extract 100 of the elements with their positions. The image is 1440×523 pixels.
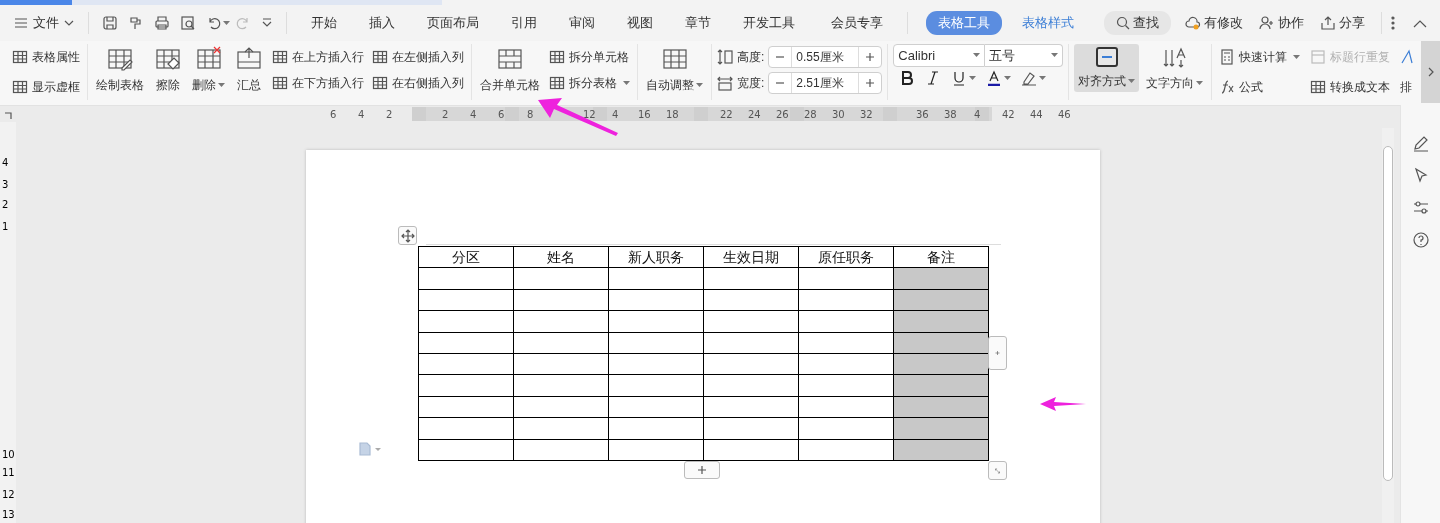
chevron-down-icon	[64, 19, 74, 27]
font-name-dropdown[interactable]: Calibri	[893, 44, 986, 67]
toolbar-button[interactable]: 有修改	[1181, 11, 1247, 35]
ruler-marker[interactable]	[975, 107, 989, 121]
width-icon	[717, 75, 733, 91]
toolbar-button[interactable]: 协作	[1255, 11, 1308, 35]
caret-icon	[1293, 54, 1301, 60]
toolbar-button[interactable]: 分享	[1316, 11, 1369, 35]
scrollbar-thumb[interactable]	[1383, 146, 1393, 481]
toolbar-button[interactable]: 在右侧插入列	[370, 70, 466, 96]
ruler-marker[interactable]	[593, 107, 607, 121]
ruler-number: 46	[1058, 108, 1071, 122]
customize-icon[interactable]	[261, 18, 273, 28]
ruler-number: 2	[442, 108, 449, 122]
ruler-number: 36	[916, 108, 929, 122]
toolbar-button[interactable]: 公式	[1217, 74, 1303, 100]
undo-icon[interactable]	[206, 15, 222, 31]
search-button[interactable]: 查找	[1104, 11, 1171, 35]
ribbon-tab[interactable]: 插入	[357, 11, 407, 35]
caret-icon	[1004, 75, 1012, 81]
file-menu[interactable]: 文件	[12, 11, 76, 35]
ribbon-tab[interactable]: 表格样式	[1010, 11, 1086, 35]
share-icon	[1320, 15, 1336, 31]
print-icon[interactable]	[154, 15, 170, 31]
sliders-icon[interactable]	[1411, 199, 1430, 217]
header-repeat-icon	[1310, 49, 1327, 65]
toolbar-button[interactable]: 在下方插入行	[270, 70, 366, 96]
ruler-marker[interactable]	[790, 107, 804, 121]
toolbar-button[interactable]: 表格属性	[10, 44, 82, 70]
toolbar-button[interactable]: 绘制表格	[93, 44, 147, 96]
field-label: 高度:	[737, 49, 765, 66]
toolbar-button[interactable]: 快速计算	[1217, 44, 1303, 70]
toolbar-button[interactable]: 自动调整	[643, 44, 706, 96]
ruler-number: 16	[638, 108, 651, 122]
merge-cells-button[interactable]: 合并单元格	[477, 44, 543, 96]
toolbar-button[interactable]: 拆分表格	[547, 70, 632, 96]
add-column-button[interactable]	[988, 336, 1007, 370]
format-painter-icon[interactable]	[128, 15, 144, 31]
ruler-marker[interactable]	[505, 107, 519, 121]
print-preview-icon[interactable]	[180, 15, 196, 31]
sort-icon	[1400, 49, 1415, 65]
table-properties-icon	[12, 49, 28, 65]
ruler-marker[interactable]	[412, 107, 426, 121]
ribbon-tab[interactable]: 开发工具	[731, 11, 807, 35]
toolbar-button[interactable]: 排	[1398, 74, 1417, 100]
summary-icon	[235, 46, 263, 72]
font-size-dropdown[interactable]: 五号	[985, 44, 1064, 67]
font-color-icon[interactable]	[986, 70, 1003, 86]
resize-handle[interactable]	[988, 461, 1007, 480]
ruler-number: 4	[2, 158, 9, 168]
collapse-icon[interactable]	[1412, 18, 1428, 28]
toolbar-button[interactable]: 擦除	[151, 44, 185, 96]
document-icon[interactable]	[358, 442, 382, 456]
dotted-table-icon	[12, 79, 28, 95]
ribbon-tab[interactable]: 章节	[673, 11, 723, 35]
toolbar-button[interactable]: 汇总	[232, 44, 266, 96]
ribbon-tab[interactable]: 页面布局	[415, 11, 491, 35]
toolbar-button[interactable]: 转换成文本	[1308, 74, 1393, 100]
pen-icon[interactable]	[1411, 135, 1430, 153]
text-direction-button[interactable]: 文字方向	[1143, 44, 1207, 94]
insert-row-icon	[272, 75, 288, 91]
delete-table-icon	[194, 46, 223, 72]
help-icon[interactable]	[1411, 231, 1430, 249]
ribbon-tab[interactable]: 视图	[615, 11, 665, 35]
toolbar-button[interactable]: 删除	[189, 44, 228, 96]
add-row-button[interactable]	[684, 461, 720, 479]
ribbon-tab[interactable]: 引用	[499, 11, 549, 35]
ruler-number: 1	[2, 222, 9, 232]
ruler-number: 44	[1030, 108, 1043, 122]
toolbar-button[interactable]: 在上方插入行	[270, 44, 366, 70]
table-header-cell: 生效日期	[703, 246, 799, 268]
table-header-cell: 分区	[418, 246, 514, 268]
ruler-number: 8	[527, 108, 534, 122]
ruler-number: 6	[330, 108, 337, 122]
height-icon	[717, 49, 733, 65]
bold-icon[interactable]	[899, 70, 916, 86]
align-button[interactable]: 对齐方式	[1074, 44, 1140, 92]
spin-field[interactable]: 2.51厘米	[768, 72, 883, 94]
toolbar-button[interactable]: 显示虚框	[10, 74, 82, 100]
caret-icon	[1196, 81, 1204, 87]
ruler-number: 26	[776, 108, 789, 122]
formula-icon	[1219, 79, 1236, 95]
ruler-marker[interactable]	[883, 107, 897, 121]
caret-icon	[973, 53, 981, 58]
move-handle[interactable]	[398, 226, 417, 245]
align-icon	[1094, 46, 1119, 68]
auto-fit-icon	[660, 46, 689, 72]
spin-field[interactable]: 0.55厘米	[768, 46, 883, 68]
ribbon-tab[interactable]: 审阅	[557, 11, 607, 35]
ribbon-tab[interactable]: 会员专享	[819, 11, 895, 35]
toolbar-button[interactable]: 拆分单元格	[547, 44, 632, 70]
save-icon[interactable]	[102, 15, 118, 31]
plus-icon	[865, 78, 876, 88]
ruler-number: 22	[720, 108, 733, 122]
more-icon[interactable]	[1390, 15, 1396, 31]
ruler-marker[interactable]	[694, 107, 708, 121]
highlight-icon[interactable]	[1021, 70, 1038, 86]
ruler-number: 6	[498, 108, 505, 122]
toolbar-button[interactable]: 在左侧插入列	[370, 44, 466, 70]
ribbon-tab[interactable]: 开始	[299, 11, 349, 35]
